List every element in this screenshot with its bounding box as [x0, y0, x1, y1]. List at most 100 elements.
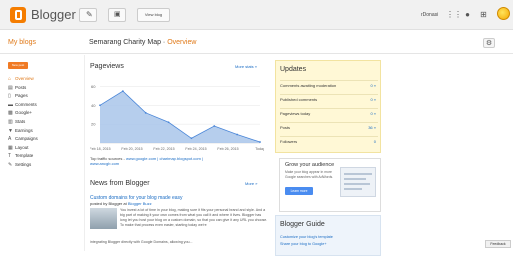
sidebar-item-stats[interactable]: ▥ Stats [8, 118, 80, 127]
updates-row-count[interactable]: 0 » [370, 81, 376, 91]
grow-title: Grow your audience [285, 162, 335, 168]
data-point [236, 133, 239, 136]
updates-title: Updates [280, 66, 307, 73]
pageviews-title: Pageviews [90, 63, 124, 70]
updates-row-count[interactable]: 0 [374, 137, 376, 147]
copy-button[interactable]: ▣ [108, 8, 126, 22]
x-tick-label: Feb 24, 2015 [185, 147, 206, 151]
x-tick-label: Feb 26, 2015 [217, 147, 238, 151]
earnings-icon: ▼ [8, 127, 13, 134]
pages-icon: ▯ [8, 93, 11, 100]
data-point [190, 137, 193, 140]
stats-icon: ▥ [8, 118, 13, 125]
news-more-link[interactable]: More » [245, 181, 257, 186]
traffic-source-links[interactable]: www.google.com | charimap.blogspot.com | [126, 156, 203, 161]
news-thumbnail [90, 208, 117, 229]
x-tick-label: Today [255, 147, 264, 151]
share-icon[interactable]: ⊞ [479, 10, 488, 19]
news-post-body: You invest a lot of time in your blog, m… [120, 208, 268, 227]
news-post-body-end: integrating Blogger directly with Google… [90, 240, 193, 244]
updates-row-label: Comments awaiting moderation [280, 83, 337, 88]
updates-row-label: Posts [280, 125, 291, 130]
sidebar-item-campaigns[interactable]: A Campaigns [8, 135, 80, 144]
updates-row-label: Followers [280, 139, 298, 144]
sidebar-item-google-[interactable]: ▩ Google+ [8, 109, 80, 118]
campaigns-icon: A [8, 136, 12, 143]
sidebar-item-earnings[interactable]: ▼ Earnings [8, 127, 80, 136]
updates-row-count[interactable]: 0 » [370, 109, 376, 119]
updates-row-count[interactable]: 0 » [370, 95, 376, 105]
avatar[interactable] [497, 7, 510, 20]
sidebar-item-label: Campaigns [15, 136, 38, 142]
layout-icon: ▦ [8, 144, 13, 151]
grow-audience-panel: Grow your audience Make your blog appear… [279, 158, 381, 212]
updates-row-label: Pageviews today [280, 111, 311, 116]
blog-title: Semarang Charity Map · Overview [89, 39, 196, 46]
settings-icon: ✎ [8, 161, 13, 168]
pencil-icon: ✎ [86, 10, 93, 19]
my-blogs-link[interactable]: My blogs [8, 39, 36, 46]
series-area [100, 91, 260, 143]
updates-row[interactable]: Pageviews today 0 » [280, 108, 378, 118]
y-tick-label: 20 [91, 122, 96, 127]
feedback-button[interactable]: Feedback [485, 240, 511, 248]
sidebar-item-label: Stats [15, 118, 26, 124]
sidebar-item-comments[interactable]: ▬ Comments [8, 101, 80, 110]
new-post-pencil-button[interactable]: ✎ [79, 8, 97, 22]
home-icon: ⌂ [8, 76, 12, 82]
posts-icon: ▤ [8, 84, 13, 91]
updates-panel: Updates Comments awaiting moderation 0 » P… [275, 60, 381, 153]
user-name[interactable]: rDonasi [421, 12, 438, 18]
blogger-guide-panel: Blogger Guide Customize your blog's temp… [275, 215, 381, 256]
sidebar-item-label: Earnings [15, 127, 33, 133]
blog-name: Semarang Charity Map [89, 39, 161, 46]
sidebar-item-overview[interactable]: ⌂ Overview [8, 75, 80, 84]
sidebar-item-label: Google+ [15, 110, 33, 116]
gear-icon[interactable]: ⚙ [483, 38, 495, 48]
news-title: News from Blogger [90, 180, 150, 187]
blog-header: My blogs Semarang Charity Map · Overview… [0, 30, 513, 54]
notifications-icon[interactable]: ● [463, 10, 472, 19]
copy-icon: ▣ [114, 11, 121, 18]
sidebar: New post ⌂ Overview ▤ Posts ▯ Pages ▬ Comments ▩… [0, 55, 85, 251]
section-name: Overview [167, 39, 197, 46]
sidebar-item-label: Posts [15, 84, 27, 90]
sidebar-item-template[interactable]: T Template [8, 152, 80, 161]
sidebar-item-pages[interactable]: ▯ Pages [8, 92, 80, 101]
googleplus-icon: ▩ [8, 110, 13, 117]
sidebar-item-label: Settings [15, 161, 32, 167]
sidebar-nav: ⌂ Overview ▤ Posts ▯ Pages ▬ Comments ▩ Google+ ▥ S… [8, 75, 80, 170]
comments-icon: ▬ [8, 101, 13, 108]
guide-link-template[interactable]: Customize your blog's template [280, 235, 333, 239]
sidebar-item-label: Pages [15, 93, 28, 99]
data-point [167, 121, 170, 124]
updates-row-count[interactable]: 36 » [368, 123, 376, 133]
updates-row[interactable]: Comments awaiting moderation 0 » [280, 80, 378, 90]
sidebar-item-settings[interactable]: ✎ Settings [8, 161, 80, 170]
brand-name[interactable]: Blogger [31, 7, 76, 22]
byline-source-link[interactable]: Blogger Buzz [128, 201, 152, 206]
y-tick-label: 60 [91, 84, 96, 89]
template-icon: T [8, 153, 12, 160]
updates-row[interactable]: Followers 0 [280, 136, 378, 146]
view-blog-button[interactable]: View blog [137, 8, 170, 22]
data-point [99, 104, 101, 107]
data-point [213, 125, 216, 127]
updates-row[interactable]: Published comments 0 » [280, 94, 378, 104]
news-post-byline: posted by Blogger at Blogger Buzz [90, 201, 152, 206]
x-tick-label: Feb 20, 2015 [121, 147, 142, 151]
updates-row[interactable]: Posts 36 » [280, 122, 378, 132]
apps-grid-icon[interactable]: ⋮⋮ [446, 10, 462, 19]
data-point [259, 141, 261, 143]
sidebar-item-layout[interactable]: ▦ Layout [8, 144, 80, 153]
sidebar-item-label: Template [15, 153, 34, 159]
sidebar-item-posts[interactable]: ▤ Posts [8, 84, 80, 93]
blogger-logo-icon[interactable] [10, 7, 26, 23]
traffic-source-link[interactable]: www.ancgb.com [90, 161, 119, 166]
new-post-button[interactable]: New post [8, 62, 28, 69]
more-stats-link[interactable]: More stats » [235, 64, 257, 69]
data-point [121, 90, 124, 93]
x-tick-label: Feb 22, 2015 [153, 147, 174, 151]
guide-link-share[interactable]: Share your blog to Google+ [280, 242, 327, 246]
learn-more-button[interactable]: Learn more [285, 187, 313, 195]
